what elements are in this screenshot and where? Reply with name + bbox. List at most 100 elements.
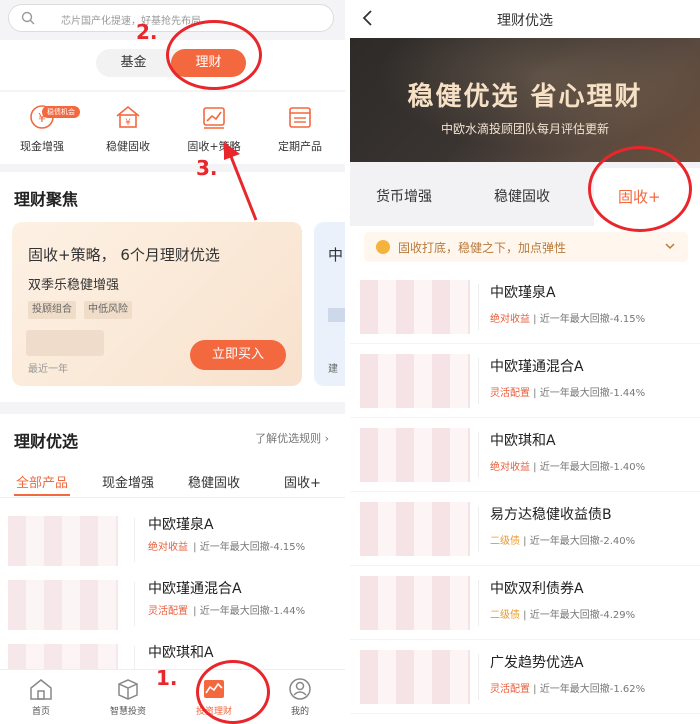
chevron-down-icon <box>665 243 675 250</box>
rules-label: 了解优选规则 <box>255 432 322 445</box>
blurred-chart <box>360 354 470 408</box>
tab-stable[interactable]: 稳健固收 <box>494 186 550 206</box>
focus-card[interactable]: 固收+策略， 6个月理财优选 双季乐稳健增强 投顾组合 中低风险 最近一年 立即… <box>12 222 302 386</box>
fund-row[interactable]: 中欧双利债券A 二级债 | 近一年最大回撤-4.29% <box>350 566 700 640</box>
fund-tags: 绝对收益 | 近一年最大回撤-4.15% <box>148 542 306 553</box>
fund-row[interactable]: 中欧琪和A 绝对收益 | 近一年最大回撤-1.40% <box>350 418 700 492</box>
right-panel: 理财优选 稳健优选 省心理财 中欧水滴投顾团队每月评估更新 货币增强 稳健固收 … <box>350 0 700 724</box>
card-sub: 最近一年 <box>28 364 68 375</box>
card-tag: 投顾组合 <box>28 301 76 319</box>
banner-subtitle: 中欧水滴投顾团队每月评估更新 <box>440 122 609 136</box>
banner: 稳健优选 省心理财 中欧水滴投顾团队每月评估更新 <box>350 38 700 162</box>
screenshot-root: 芯片国产化提速，好基抢先布局 基金 理财 ¥ 现金增强 稳债机会 ¥ 稳健固收 … <box>0 0 700 724</box>
tab-fixed-plus[interactable]: 固收+ <box>284 472 321 491</box>
banner-title: 稳健优选 省心理财 <box>407 82 643 112</box>
fund-row[interactable]: 中欧瑾通混合A 灵活配置 | 近一年最大回撤-1.44% <box>350 344 700 418</box>
category-label: 定期产品 <box>278 140 322 153</box>
divider <box>478 432 479 478</box>
segment-fund[interactable]: 基金 <box>96 49 171 77</box>
fund-tags: 灵活配置 | 近一年最大回撤-1.44% <box>490 388 646 399</box>
fund-row[interactable]: 中欧瑾泉A 绝对收益 | 近一年最大回撤-4.15% <box>0 510 345 572</box>
header: 理财优选 <box>350 0 700 38</box>
fund-row[interactable]: 中欧瑾泉A 绝对收益 | 近一年最大回撤-4.15% <box>350 270 700 344</box>
fund-name: 中欧双利债券A <box>490 581 584 597</box>
nav-smart-invest[interactable]: 智慧投资 <box>98 676 158 717</box>
fund-tag: 二级债 <box>490 536 520 547</box>
category-stable-fixed[interactable]: ¥ 稳健固收 <box>88 102 168 154</box>
search-bar[interactable]: 芯片国产化提速，好基抢先布局 <box>8 4 334 32</box>
focus-title: 理财聚焦 <box>14 190 79 209</box>
category-cash-enhance[interactable]: ¥ 现金增强 稳债机会 <box>2 102 82 154</box>
fund-metric: 近一年最大回撤-1.62% <box>539 684 646 695</box>
nav-label: 智慧投资 <box>109 707 146 717</box>
fund-row[interactable]: 中欧瑾通混合A 灵活配置 | 近一年最大回撤-1.44% <box>0 574 345 636</box>
fund-tags: 二级债 | 近一年最大回撤-2.40% <box>490 536 636 547</box>
blurred-chart <box>360 502 470 556</box>
fund-tags: 灵活配置 | 近一年最大回撤-1.62% <box>490 684 646 695</box>
fund-name: 中欧瑾通混合A <box>148 581 242 597</box>
card-product-name: 双季乐稳健增强 <box>28 278 120 293</box>
fund-metric: 近一年最大回撤-4.29% <box>529 610 636 621</box>
card-headline: 固收+策略， 6个月理财优选 <box>28 246 220 264</box>
annotation-number: 3. <box>196 156 218 180</box>
card2-initial: 中 <box>328 246 344 264</box>
fund-tag: 绝对收益 <box>490 314 530 325</box>
active-tab-underline <box>14 494 70 496</box>
divider <box>478 284 479 330</box>
fund-metric: 近一年最大回撤-1.44% <box>539 388 646 399</box>
fund-name: 中欧瑾泉A <box>148 517 214 533</box>
annotation-number: 1. <box>156 666 178 690</box>
focus-section: 理财聚焦 固收+策略， 6个月理财优选 双季乐稳健增强 投顾组合 中低风险 最近… <box>0 172 345 402</box>
annotation-circle <box>196 660 270 724</box>
blurred-chart <box>8 580 118 630</box>
info-icon <box>376 240 390 254</box>
nav-label: 我的 <box>290 707 309 717</box>
user-icon <box>289 678 311 700</box>
category-term[interactable]: 定期产品 <box>260 102 340 154</box>
fund-metric: 近一年最大回撤-1.40% <box>539 462 646 473</box>
svg-text:¥: ¥ <box>125 118 131 128</box>
fund-tag: 灵活配置 <box>148 606 188 617</box>
tab-all[interactable]: 全部产品 <box>16 472 68 491</box>
selection-tabs: 全部产品 现金增强 稳健固收 固收+ <box>0 464 345 498</box>
divider <box>478 358 479 404</box>
blurred-chart <box>360 576 470 630</box>
fund-row[interactable]: 易方达稳健收益债B 二级债 | 近一年最大回撤-2.40% <box>350 492 700 566</box>
fund-tags: 绝对收益 | 近一年最大回撤-1.40% <box>490 462 646 473</box>
blurred-chart <box>360 650 470 704</box>
nav-mine[interactable]: 我的 <box>270 676 330 717</box>
fund-tag: 绝对收益 <box>490 462 530 473</box>
blurred-value <box>26 330 104 356</box>
fund-row[interactable]: 广发趋势优选A 灵活配置 | 近一年最大回撤-1.62% <box>350 640 700 714</box>
tab-money[interactable]: 货币增强 <box>376 186 432 206</box>
page-title: 理财优选 <box>497 13 553 29</box>
focus-card-next[interactable]: 中 建 <box>314 222 345 386</box>
nav-label: 首页 <box>31 707 50 717</box>
nav-home[interactable]: 首页 <box>11 676 71 717</box>
fund-tag: 二级债 <box>490 610 520 621</box>
fund-tags: 二级债 | 近一年最大回撤-4.29% <box>490 610 636 621</box>
fund-name: 中欧琪和A <box>148 645 214 661</box>
calendar-icon <box>289 107 311 128</box>
buy-now-button[interactable]: 立即买入 <box>190 340 286 370</box>
annotation-circle <box>166 20 262 90</box>
search-placeholder: 芯片国产化提速，好基抢先布局 <box>61 16 201 27</box>
annotation-arrow <box>224 142 258 221</box>
fund-tag: 灵活配置 <box>490 388 530 399</box>
tab-stable[interactable]: 稳健固收 <box>188 472 240 491</box>
divider <box>478 580 479 626</box>
fund-tags: 绝对收益 | 近一年最大回撤-4.15% <box>490 314 646 325</box>
category-label: 现金增强 <box>20 140 64 153</box>
tab-cash[interactable]: 现金增强 <box>102 472 154 491</box>
strategy-tip[interactable]: 固收打底，稳健之下，加点弹性 <box>364 232 688 262</box>
category-label: 稳健固收 <box>106 140 150 153</box>
blurred-chart <box>360 280 470 334</box>
fund-tag: 灵活配置 <box>490 684 530 695</box>
search-icon <box>21 11 35 25</box>
selection-rules-link[interactable]: 了解优选规则 › <box>255 430 329 446</box>
fund-name: 广发趋势优选A <box>490 655 584 671</box>
fund-metric: 近一年最大回撤-2.40% <box>529 536 636 547</box>
selection-title: 理财优选 <box>14 432 79 451</box>
tip-text: 固收打底，稳健之下，加点弹性 <box>398 241 567 255</box>
divider <box>134 582 135 626</box>
